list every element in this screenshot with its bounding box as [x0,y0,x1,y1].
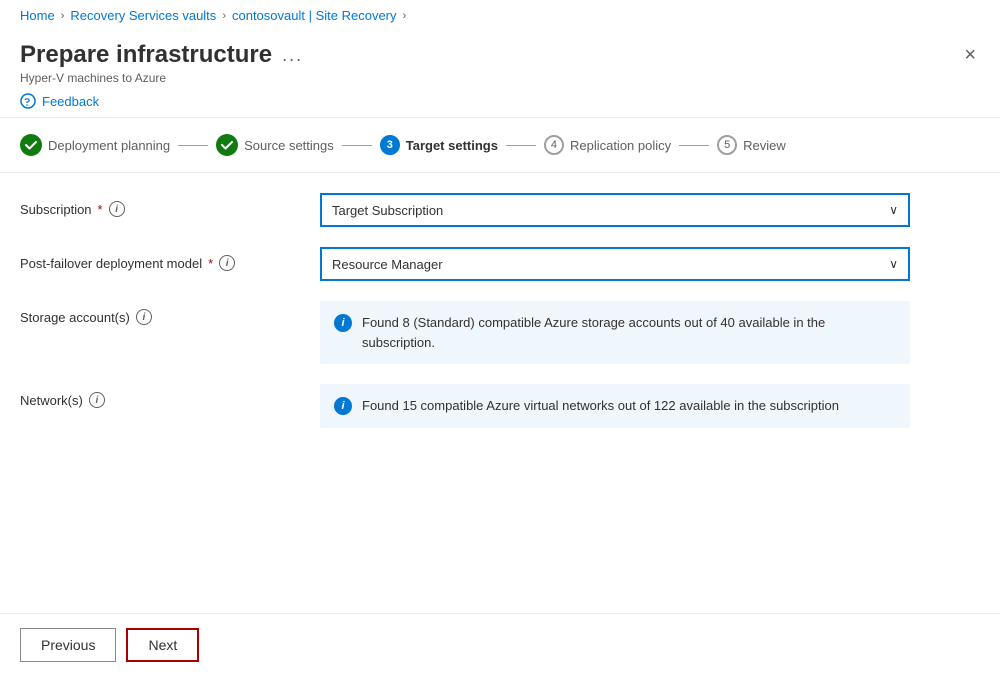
networks-info-box: i Found 15 compatible Azure virtual netw… [320,384,910,428]
subscription-info-icon[interactable]: i [109,201,125,217]
close-button[interactable]: × [960,41,980,69]
subscription-dropdown[interactable]: Target Subscription ∨ [320,193,910,227]
step-sep-4 [679,145,709,146]
storage-info-icon: i [334,314,352,332]
step-sep-3 [506,145,536,146]
breadcrumb-sep-1: › [61,10,65,22]
subscription-control: Target Subscription ∨ [320,193,980,227]
header-ellipsis: ... [282,45,303,66]
subscription-row: Subscription * i Target Subscription ∨ [20,193,980,227]
wizard-steps: Deployment planning Source settings 3 Ta… [0,118,1000,173]
networks-info-icon[interactable]: i [89,392,105,408]
header-left: Prepare infrastructure ... Hyper-V machi… [20,41,303,85]
networks-label: Network(s) i [20,384,300,408]
step-check-2 [216,134,238,156]
next-button[interactable]: Next [126,628,199,662]
step-label-5: Review [743,138,786,153]
feedback-label: Feedback [42,94,99,109]
step-target-settings[interactable]: 3 Target settings [380,135,498,155]
feedback-bar[interactable]: Feedback [0,85,1000,118]
storage-accounts-control: i Found 8 (Standard) compatible Azure st… [320,301,980,364]
page-subtitle: Hyper-V machines to Azure [20,71,303,85]
feedback-icon [20,93,36,109]
footer: Previous Next [0,613,1000,676]
step-label-3: Target settings [406,138,498,153]
network-info-icon: i [334,397,352,415]
deployment-model-info-icon[interactable]: i [219,255,235,271]
step-review[interactable]: 5 Review [717,135,786,155]
subscription-required: * [98,202,103,217]
networks-control: i Found 15 compatible Azure virtual netw… [320,384,980,428]
storage-accounts-info-box: i Found 8 (Standard) compatible Azure st… [320,301,910,364]
deployment-model-required: * [208,256,213,271]
subscription-dropdown-value: Target Subscription [332,203,443,218]
step-sep-2 [342,145,372,146]
storage-accounts-label: Storage account(s) i [20,301,300,325]
step-replication-policy[interactable]: 4 Replication policy [544,135,671,155]
step-source-settings[interactable]: Source settings [216,134,334,156]
step-circle-3: 3 [380,135,400,155]
networks-row: Network(s) i i Found 15 compatible Azure… [20,384,980,428]
step-circle-4: 4 [544,135,564,155]
breadcrumb-vault-list[interactable]: Recovery Services vaults [70,8,216,23]
breadcrumb-home[interactable]: Home [20,8,55,23]
subscription-label: Subscription * i [20,193,300,217]
step-label-4: Replication policy [570,138,671,153]
step-check-1 [20,134,42,156]
previous-button[interactable]: Previous [20,628,116,662]
breadcrumb-sep-2: › [222,10,226,22]
form-area: Subscription * i Target Subscription ∨ P… [0,173,1000,468]
step-label-1: Deployment planning [48,138,170,153]
deployment-model-control: Resource Manager ∨ [320,247,980,281]
page-header: Prepare infrastructure ... Hyper-V machi… [0,31,1000,85]
subscription-dropdown-chevron: ∨ [889,203,898,217]
networks-info-text: Found 15 compatible Azure virtual networ… [362,396,839,416]
step-sep-1 [178,145,208,146]
breadcrumb-current[interactable]: contosovault | Site Recovery [232,8,397,23]
storage-accounts-row: Storage account(s) i i Found 8 (Standard… [20,301,980,364]
step-label-2: Source settings [244,138,334,153]
breadcrumb: Home › Recovery Services vaults › contos… [0,0,1000,31]
deployment-model-dropdown[interactable]: Resource Manager ∨ [320,247,910,281]
storage-accounts-info-text: Found 8 (Standard) compatible Azure stor… [362,313,896,352]
deployment-model-label: Post-failover deployment model * i [20,247,300,271]
step-circle-5: 5 [717,135,737,155]
page-title: Prepare infrastructure ... [20,41,303,69]
breadcrumb-sep-3: › [403,10,407,22]
deployment-model-dropdown-value: Resource Manager [332,257,443,272]
storage-accounts-info-icon[interactable]: i [136,309,152,325]
deployment-model-dropdown-chevron: ∨ [889,257,898,271]
deployment-model-row: Post-failover deployment model * i Resou… [20,247,980,281]
step-deployment-planning[interactable]: Deployment planning [20,134,170,156]
